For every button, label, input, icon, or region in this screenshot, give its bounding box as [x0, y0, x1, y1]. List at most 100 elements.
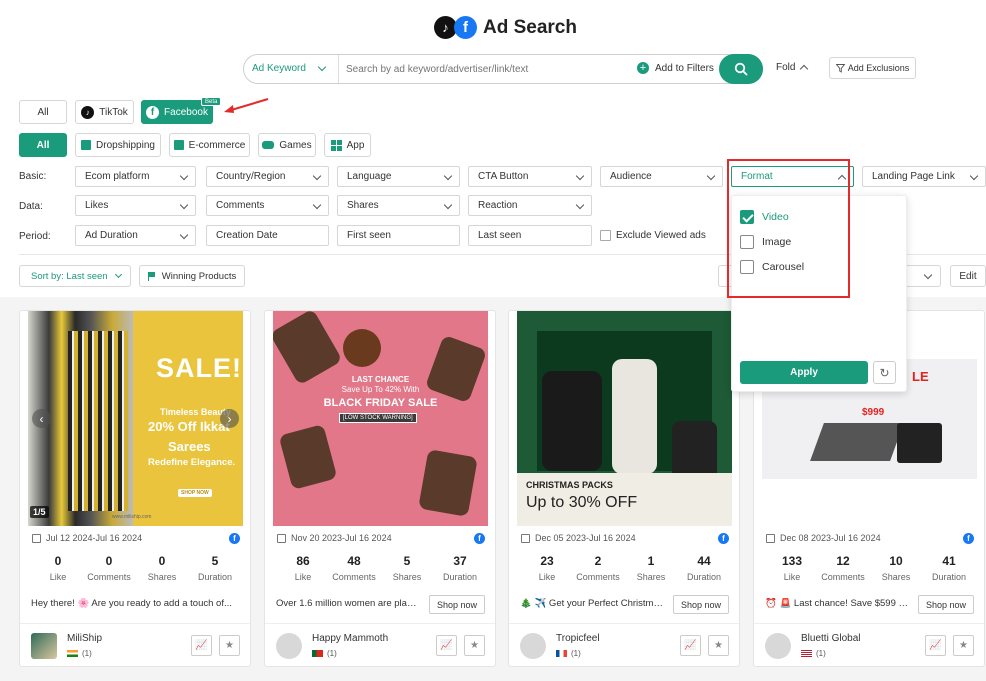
- reaction-dropdown[interactable]: Reaction: [468, 195, 592, 216]
- refresh-icon: ↻: [879, 365, 890, 380]
- platform-all-label: All: [37, 106, 49, 118]
- category-dropshipping-tab[interactable]: Dropshipping: [75, 133, 161, 157]
- prev-arrow-button[interactable]: ‹: [32, 409, 51, 428]
- category-app-tab[interactable]: App: [324, 133, 371, 157]
- likes-stat: 0 Like: [32, 554, 84, 582]
- next-arrow-button[interactable]: ›: [220, 409, 239, 428]
- edit-button[interactable]: Edit: [950, 265, 986, 287]
- chart-icon: 📈: [929, 640, 942, 651]
- duration-stat-label: Duration: [931, 572, 967, 582]
- avatar[interactable]: [520, 633, 546, 659]
- apply-button[interactable]: Apply: [740, 361, 868, 384]
- gamepad-icon: [262, 141, 275, 149]
- likes-stat: 23 Like: [521, 554, 573, 582]
- promo-line-4: Redefine Elegance.: [148, 457, 236, 468]
- analytics-button[interactable]: 📈: [436, 635, 457, 656]
- sort-dropdown[interactable]: Sort by: Last seen: [19, 265, 131, 287]
- ad-card[interactable]: LAST CHANCE Save Up To 42% With BLACK FR…: [264, 310, 496, 667]
- category-all-tab[interactable]: All: [19, 133, 67, 157]
- category-ecommerce-tab[interactable]: E-commerce: [169, 133, 250, 157]
- analytics-button[interactable]: 📈: [191, 635, 212, 656]
- search-icon: [734, 62, 748, 76]
- ad-thumbnail[interactable]: CHRISTMAS PACKS Up to 30% OFF: [517, 311, 732, 526]
- promo-fragment: LE: [912, 369, 929, 384]
- add-exclusions-button[interactable]: Add Exclusions: [829, 57, 916, 79]
- avatar[interactable]: [765, 633, 791, 659]
- favorite-button[interactable]: ★: [464, 635, 485, 656]
- ad-duration-dropdown[interactable]: Ad Duration: [75, 225, 196, 246]
- advertiser-name[interactable]: Tropicfeel: [556, 633, 600, 644]
- advertiser-name[interactable]: Bluetti Global: [801, 633, 860, 644]
- search-button[interactable]: [719, 54, 763, 84]
- date-text: Nov 20 2023-Jul 16 2024: [291, 533, 392, 543]
- favorite-button[interactable]: ★: [708, 635, 729, 656]
- platform-tiktok-tab[interactable]: ♪ TikTok: [75, 100, 134, 124]
- category-games-tab[interactable]: Games: [258, 133, 316, 157]
- checkbox-box: [600, 230, 611, 241]
- country-flag: (1): [556, 649, 581, 658]
- view-select[interactable]: [902, 265, 941, 287]
- avatar[interactable]: [276, 633, 302, 659]
- chevron-up-icon: [800, 64, 809, 74]
- winning-products-button[interactable]: Winning Products: [139, 265, 245, 287]
- chart-icon: 📈: [195, 640, 208, 651]
- duration-stat-label: Duration: [197, 572, 233, 582]
- country-region-dropdown[interactable]: Country/Region: [206, 166, 329, 187]
- exclude-viewed-checkbox[interactable]: Exclude Viewed ads: [600, 230, 706, 241]
- apply-label: Apply: [790, 367, 818, 378]
- ad-description: ⏰ 🚨 Last chance! Save $599 on...: [765, 598, 910, 609]
- country-flag: (1): [312, 649, 337, 658]
- app-logo: ♪ f: [434, 16, 478, 40]
- favorite-button[interactable]: ★: [953, 635, 974, 656]
- shop-now-button[interactable]: Shop now: [918, 595, 974, 614]
- advertiser-name[interactable]: MiliShip: [67, 633, 102, 644]
- page-indicator: 1/5: [30, 506, 49, 518]
- last-seen-picker[interactable]: Last seen: [468, 225, 592, 246]
- likes-dropdown[interactable]: Likes: [75, 195, 196, 216]
- creation-date-picker[interactable]: Creation Date: [206, 225, 329, 246]
- data-row-label: Data:: [19, 201, 43, 212]
- fold-toggle[interactable]: Fold: [776, 62, 809, 74]
- ad-card[interactable]: SALE! Timeless Beauty 20% Off Ikkat Sare…: [19, 310, 251, 667]
- star-icon: ★: [714, 640, 723, 651]
- audience-dropdown[interactable]: Audience: [600, 166, 723, 187]
- shop-now-button[interactable]: Shop now: [673, 595, 729, 614]
- comments-value: 2: [594, 554, 602, 568]
- cta-button-dropdown[interactable]: CTA Button: [468, 166, 592, 187]
- shop-now-button[interactable]: Shop now: [429, 595, 485, 614]
- basic-row-label: Basic:: [19, 171, 47, 182]
- search-type-select[interactable]: Ad Keyword: [252, 62, 327, 74]
- search-type-label: Ad Keyword: [252, 63, 306, 74]
- comments-dropdown[interactable]: Comments: [206, 195, 329, 216]
- ad-card[interactable]: CHRISTMAS PACKS Up to 30% OFF Dec 05 202…: [508, 310, 740, 667]
- duration-stat: 44 Duration: [678, 554, 730, 582]
- star-icon: ★: [959, 640, 968, 651]
- ad-thumbnail[interactable]: LAST CHANCE Save Up To 42% With BLACK FR…: [273, 311, 488, 526]
- duration-value: 37: [453, 554, 467, 568]
- duration-stat: 5 Duration: [189, 554, 241, 582]
- facebook-icon: f: [718, 533, 729, 544]
- add-to-filters-button[interactable]: + Add to Filters: [637, 62, 714, 74]
- shares-dropdown[interactable]: Shares: [337, 195, 460, 216]
- analytics-button[interactable]: 📈: [925, 635, 946, 656]
- ad-thumbnail[interactable]: SALE! Timeless Beauty 20% Off Ikkat Sare…: [28, 311, 243, 526]
- platform-all-tab[interactable]: All: [19, 100, 67, 124]
- date-text: Dec 08 2023-Jul 16 2024: [780, 533, 881, 543]
- analytics-button[interactable]: 📈: [680, 635, 701, 656]
- search-input[interactable]: [346, 58, 626, 80]
- advertiser-name[interactable]: Happy Mammoth: [312, 633, 388, 644]
- language-label: Language: [347, 171, 392, 182]
- landing-page-link-label: Landing Page Link: [872, 171, 955, 182]
- likes-stat-label: Like: [783, 572, 801, 582]
- avatar[interactable]: [31, 633, 57, 659]
- duration-stat: 41 Duration: [923, 554, 975, 582]
- landing-page-link-dropdown[interactable]: Landing Page Link: [862, 166, 986, 187]
- shop-now-badge: SHOP NOW: [178, 489, 212, 497]
- language-dropdown[interactable]: Language: [337, 166, 460, 187]
- duration-stat-label: Duration: [442, 572, 478, 582]
- favorite-button[interactable]: ★: [219, 635, 240, 656]
- creation-date-label: Creation Date: [216, 230, 278, 241]
- first-seen-picker[interactable]: First seen: [337, 225, 460, 246]
- reset-button[interactable]: ↻: [873, 361, 896, 384]
- ecom-platform-dropdown[interactable]: Ecom platform: [75, 166, 196, 187]
